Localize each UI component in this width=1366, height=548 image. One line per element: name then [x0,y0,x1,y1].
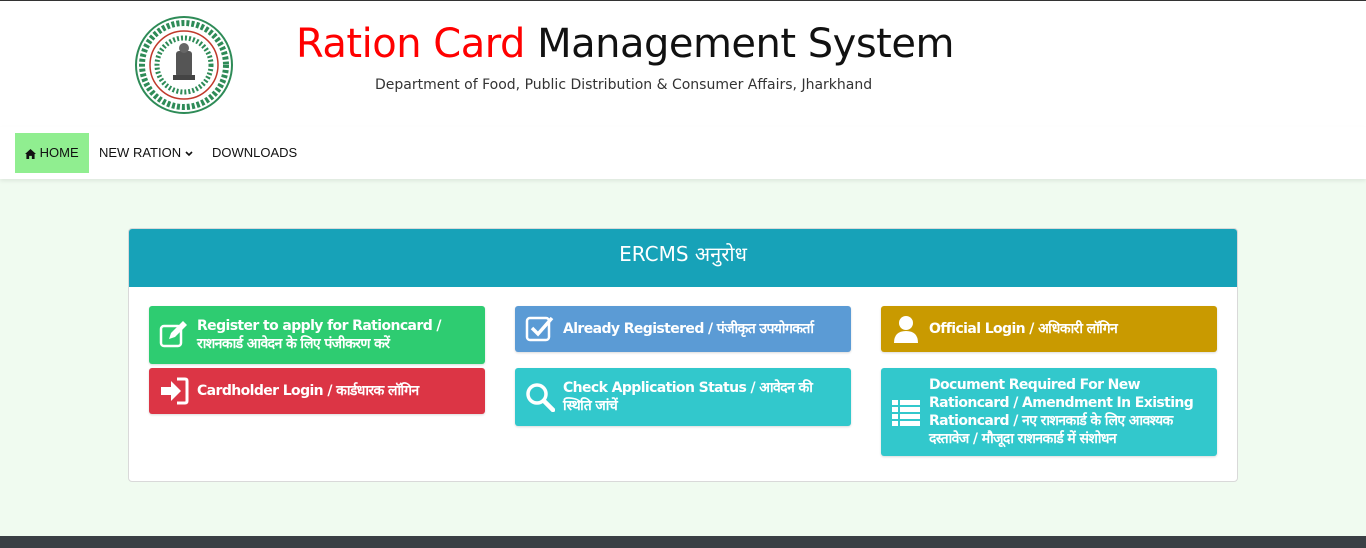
edit-icon [159,321,187,348]
page-title-rest: Management System [537,21,954,67]
jharkhand-emblem-icon [135,16,233,114]
official-login-button[interactable]: Official Login / अधिकारी लॉगिन [881,306,1217,352]
documents-required-button[interactable]: Document Required For New Rationcard / A… [881,368,1217,456]
list-icon [892,400,920,426]
site-header: Ration Card Management System Department… [0,1,1366,127]
cardholder-login-button[interactable]: Cardholder Login / कार्डधारक लॉगिन [149,368,485,414]
sign-in-icon [161,377,189,405]
already-registered-label: Already Registered / पंजीकृत उपयोगकर्ता [563,321,814,337]
chevron-down-icon [185,150,193,156]
check-status-button[interactable]: Check Application Status / आवेदन की स्थि… [515,368,851,426]
nav-home[interactable]: HOME [15,133,89,173]
check-square-icon [525,316,554,342]
home-icon [25,148,36,159]
nav-new-ration[interactable]: NEW RATION [99,133,193,173]
footer-bar [0,536,1366,548]
already-registered-button[interactable]: Already Registered / पंजीकृत उपयोगकर्ता [515,306,851,352]
register-button-label: Register to apply for Rationcard / राशनक… [197,318,442,352]
page-title-highlight: Ration Card [296,21,525,67]
cardholder-login-label: Cardholder Login / कार्डधारक लॉगिन [197,383,419,399]
ercms-panel: ERCMS अनुरोध Register to apply for Ratio… [128,228,1238,482]
nav-new-ration-label: NEW RATION [99,145,182,160]
main-navbar: HOME NEW RATION DOWNLOADS [0,127,1366,179]
page-title: Ration Card Management System [296,19,954,69]
documents-required-label: Document Required For New Rationcard / A… [929,377,1194,447]
search-icon [526,383,555,412]
user-icon [894,316,918,343]
nav-home-label: HOME [39,145,79,160]
register-button[interactable]: Register to apply for Rationcard / राशनक… [149,306,485,364]
official-login-label: Official Login / अधिकारी लॉगिन [929,321,1118,337]
panel-heading: ERCMS अनुरोध [129,229,1237,287]
nav-downloads[interactable]: DOWNLOADS [212,133,297,173]
check-status-label: Check Application Status / आवेदन की स्थि… [563,380,813,414]
page-subtitle: Department of Food, Public Distribution … [375,77,873,93]
